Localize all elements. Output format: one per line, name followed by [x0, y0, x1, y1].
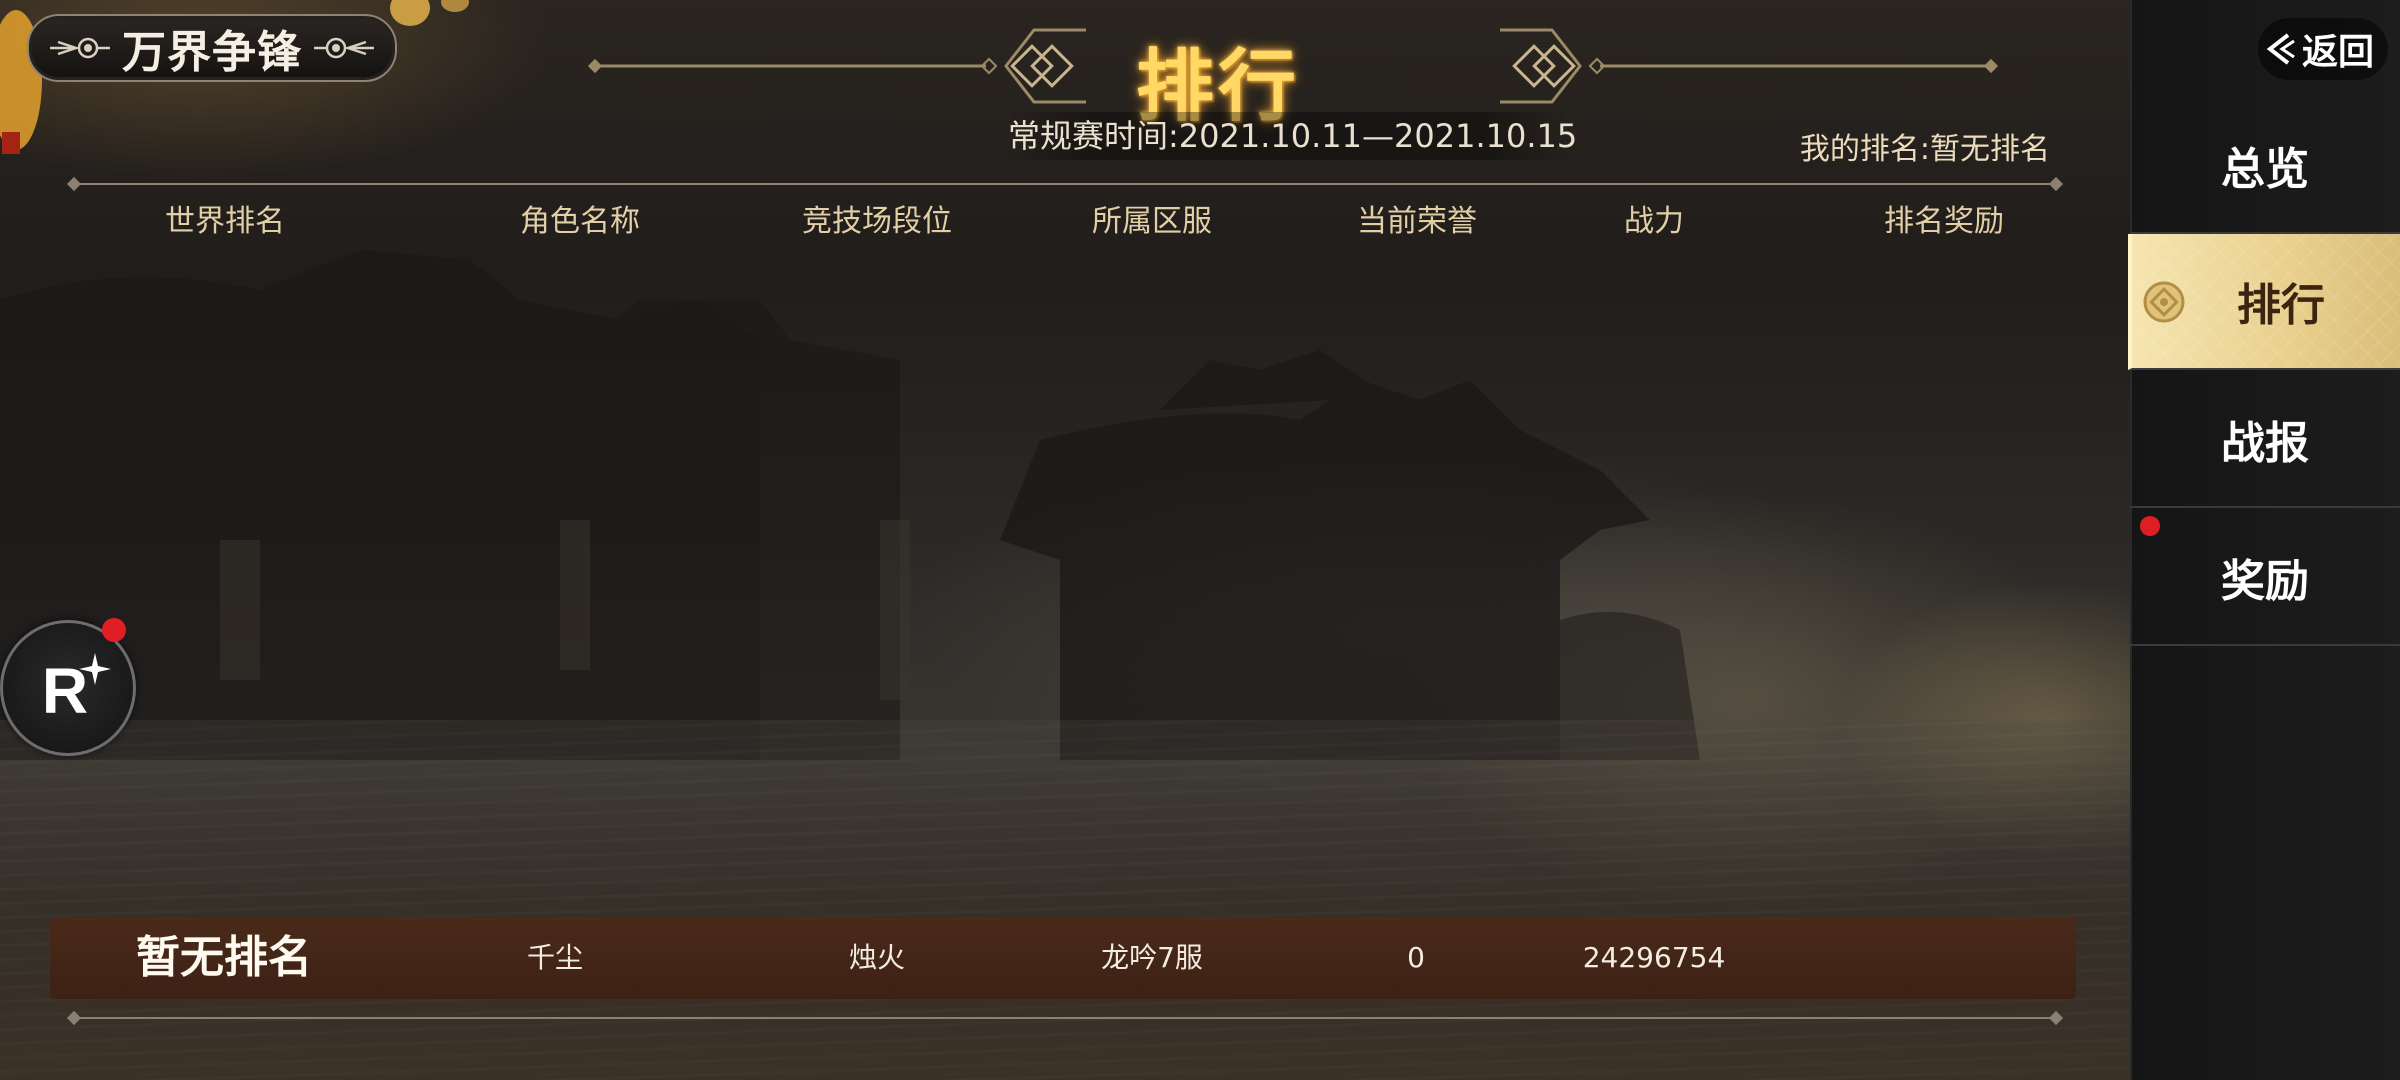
- tab-rewards[interactable]: 奖励: [2130, 510, 2400, 646]
- header-divider: [66, 176, 2064, 192]
- game-screen: 万界争锋 排行 常规赛时间:2021.10.11—2021.10.15 我的排名…: [0, 0, 2400, 1080]
- season-time: 常规赛时间:2021.10.11—2021.10.15: [1008, 112, 1577, 160]
- footer-divider: [66, 1010, 2064, 1026]
- col-header-world-rank: 世界排名: [165, 204, 285, 239]
- col-header-reward: 排名奖励: [1884, 204, 2004, 239]
- sparkle-icon: [79, 653, 111, 685]
- tab-battle-report[interactable]: 战报: [2130, 372, 2400, 508]
- my-rank-row: 暂无排名 千尘 烛火 龙吟7服 0 24296754: [50, 917, 2076, 999]
- tab-overview[interactable]: 总览: [2130, 98, 2400, 234]
- my-row-power: 24296754: [1582, 941, 1726, 974]
- tab-rewards-label: 奖励: [2221, 556, 2309, 607]
- tab-overview-label: 总览: [2221, 144, 2309, 195]
- title-ornament-left: [587, 28, 1086, 104]
- tab-battle-report-label: 战报: [2221, 418, 2309, 469]
- col-header-role-name: 角色名称: [520, 204, 640, 239]
- title-ornament-right: [1500, 28, 1999, 104]
- back-arrow-icon: [2266, 33, 2295, 65]
- my-row-tier: 烛火: [848, 941, 906, 974]
- my-rank-summary: 我的排名:暂无排名: [1799, 132, 2050, 167]
- cloud-ornament-icon: [50, 37, 110, 59]
- back-button[interactable]: 返回: [2258, 18, 2388, 80]
- event-title-badge: 万界争锋: [27, 14, 397, 82]
- col-header-power: 战力: [1624, 204, 1684, 239]
- my-row-honor: 0: [1407, 941, 1425, 974]
- tab-ranking-label: 排行: [2237, 280, 2325, 331]
- water-reflection: [0, 720, 2130, 1080]
- coin-ornament-icon: [2143, 281, 2185, 323]
- col-header-honor: 当前荣誉: [1357, 204, 1477, 239]
- rewards-badge: [2140, 516, 2160, 536]
- my-row-server: 龙吟7服: [1101, 941, 1203, 974]
- cloud-ornament-icon: [314, 37, 374, 59]
- col-header-server: 所属区服: [1092, 204, 1212, 239]
- event-title: 万界争锋: [122, 27, 302, 78]
- my-row-name: 千尘: [526, 941, 584, 974]
- col-header-arena-tier: 竞技场段位: [802, 204, 952, 239]
- tab-ranking[interactable]: 排行: [2128, 234, 2400, 370]
- floating-button-badge: [102, 618, 126, 642]
- back-label: 返回: [2302, 31, 2375, 73]
- my-row-rank: 暂无排名: [136, 932, 312, 983]
